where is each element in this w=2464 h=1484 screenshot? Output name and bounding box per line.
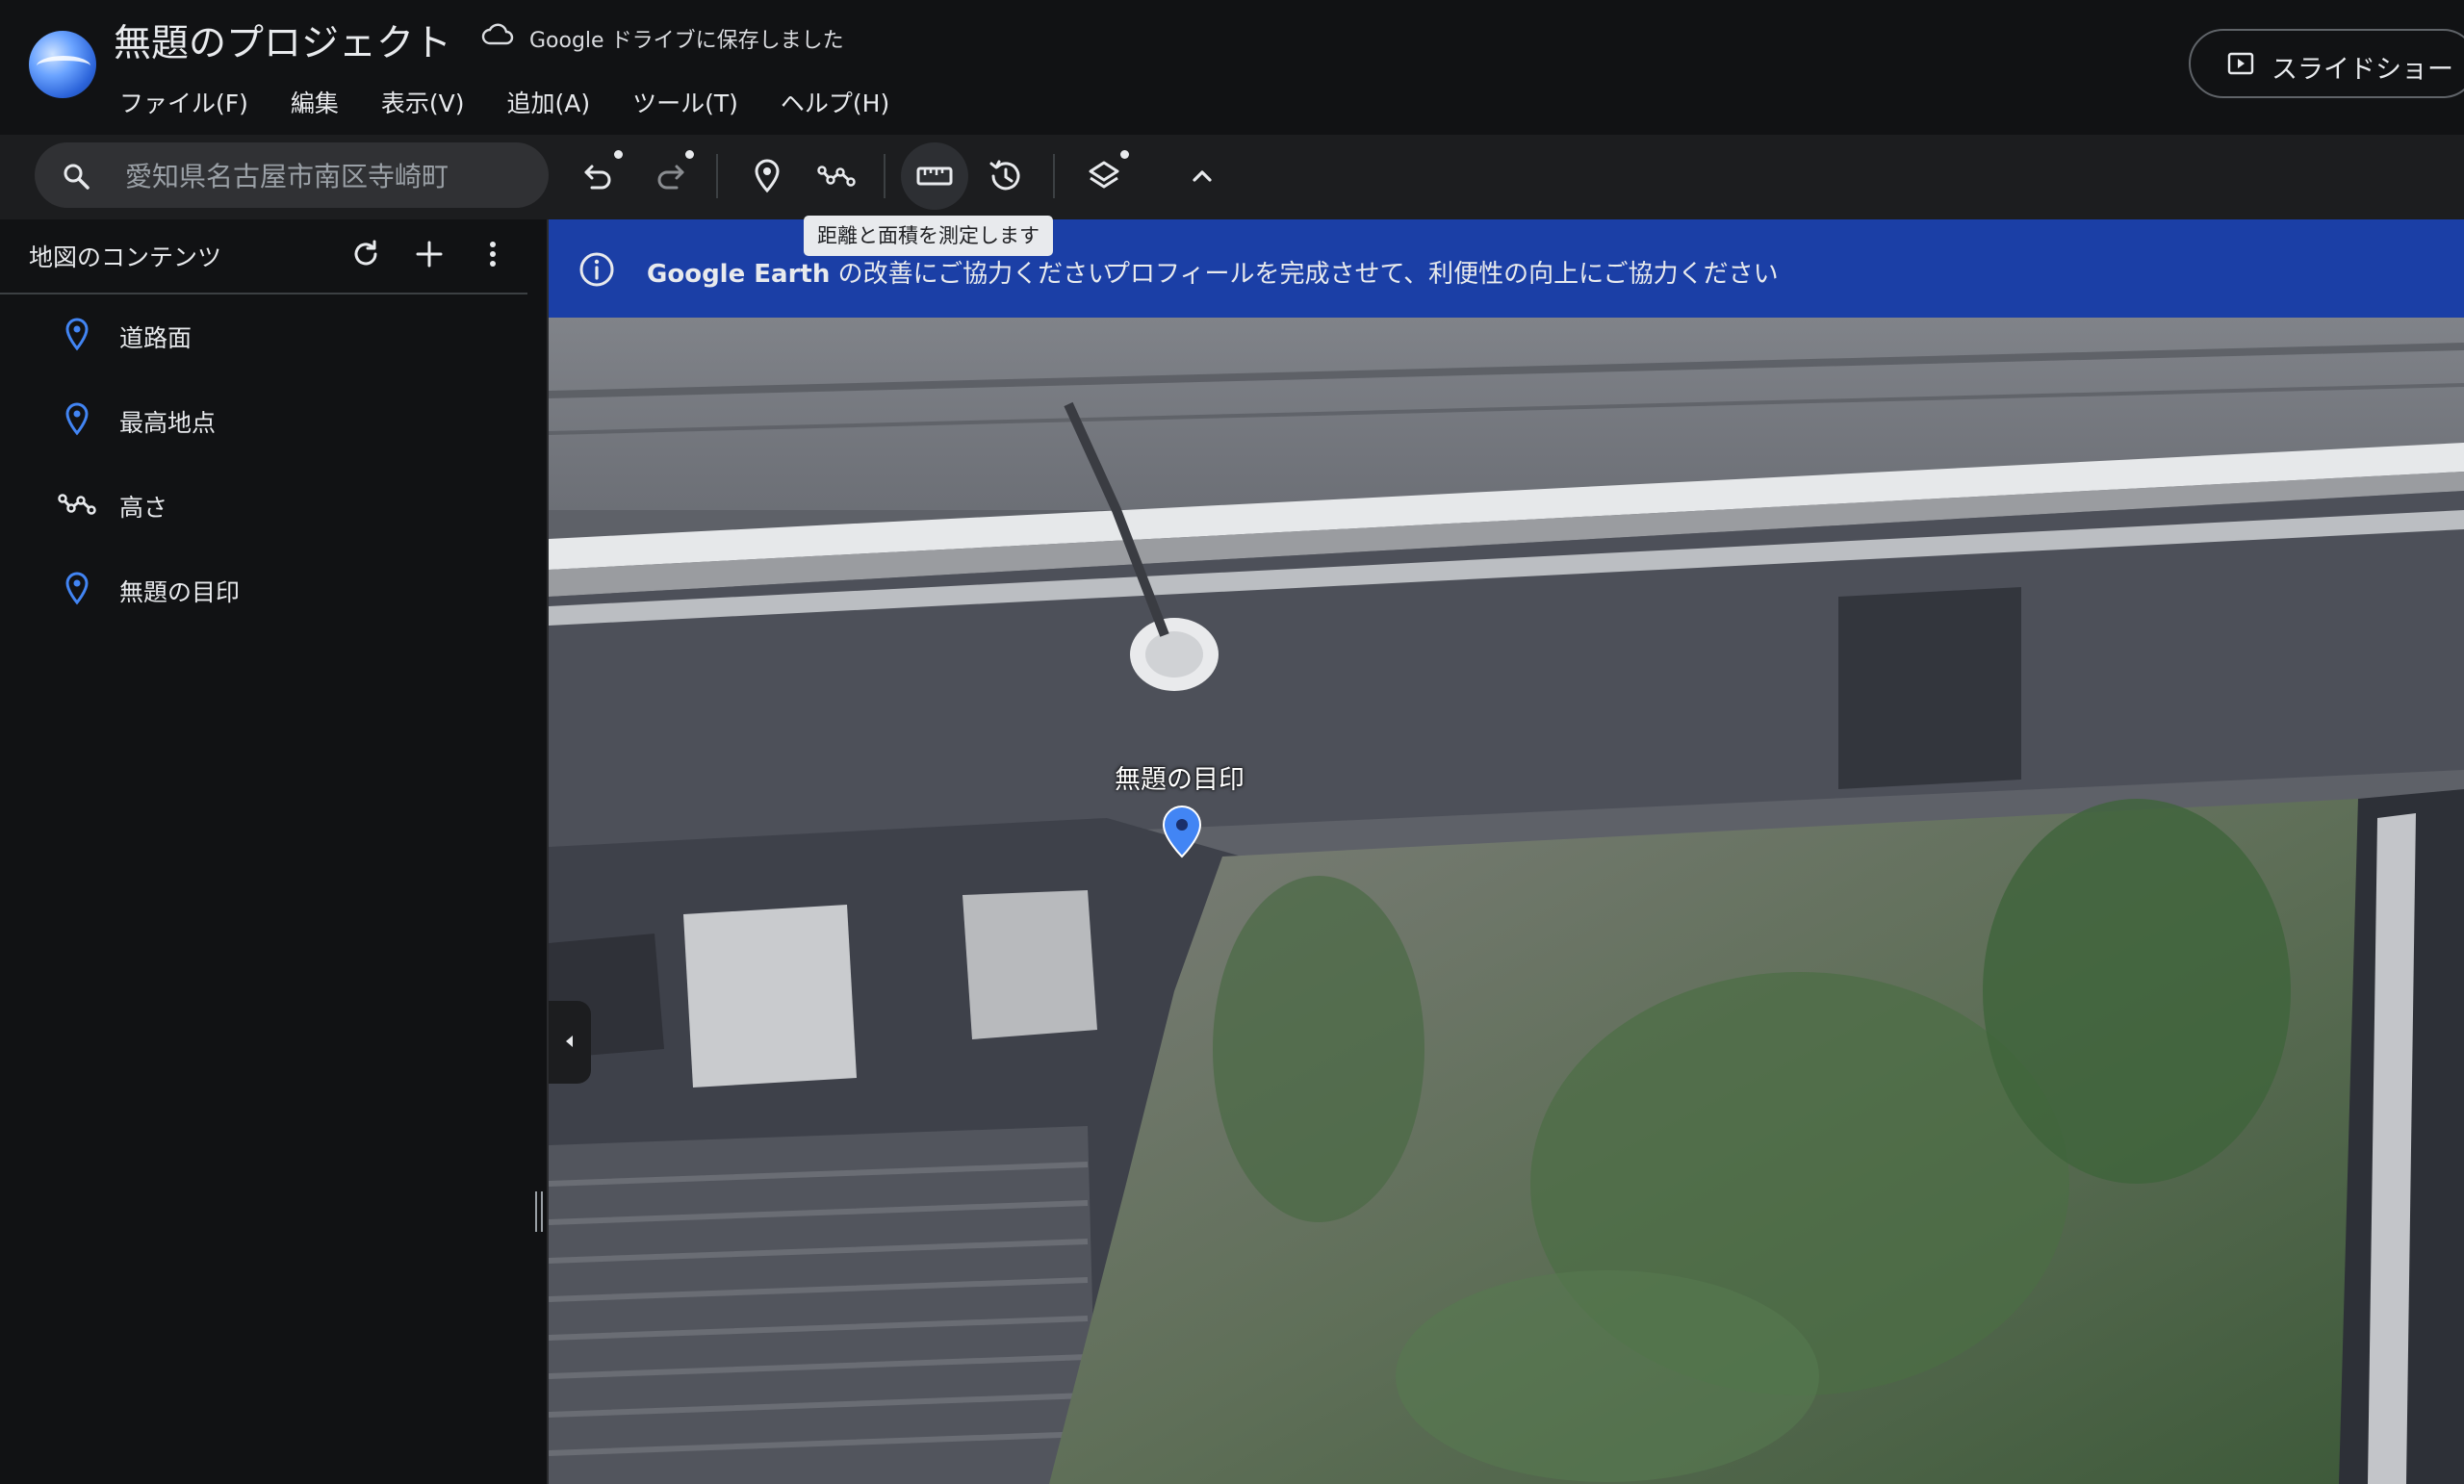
- search-input[interactable]: [123, 152, 531, 198]
- menu-view[interactable]: 表示(V): [381, 85, 465, 119]
- list-item-height-path[interactable]: 高さ: [58, 477, 520, 535]
- info-icon: [579, 252, 614, 287]
- measure-tooltip: 距離と面積を測定します: [804, 216, 1053, 256]
- banner-message-text: の改善にご協力ください: [830, 260, 1114, 289]
- menu-bar: ファイル(F) 編集 表示(V) 追加(A) ツール(T) ヘルプ(H): [119, 85, 889, 119]
- satellite-imagery[interactable]: [549, 318, 2464, 1484]
- toolbar: [0, 135, 2464, 219]
- layers-indicator-dot: [1120, 150, 1129, 159]
- undo-button[interactable]: [566, 142, 633, 210]
- banner-message: Google Earth の改善にご協力ください: [647, 254, 1113, 290]
- map-contents-panel: 地図のコンテンツ 道路面 最高地点 高さ 無題の目印: [0, 219, 549, 1484]
- slideshow-icon: [2227, 52, 2254, 75]
- toolbar-divider: [716, 154, 718, 198]
- banner-brand: Google Earth: [647, 260, 831, 289]
- save-status: Google ドライブに保存しました: [529, 29, 844, 53]
- more-vert-icon: [490, 242, 496, 267]
- add-placemark-button[interactable]: [733, 142, 801, 210]
- historical-imagery-button[interactable]: [972, 142, 1040, 210]
- slideshow-button[interactable]: スライドショー: [2189, 29, 2464, 98]
- list-item-label: 無題の目印: [119, 578, 241, 606]
- arrow-left-icon: [566, 1036, 573, 1047]
- history-icon: [989, 160, 1020, 191]
- search-box[interactable]: [35, 142, 549, 208]
- placemark-icon: [755, 159, 780, 193]
- plus-icon: [416, 241, 443, 268]
- list-item-highest-point[interactable]: 最高地点: [58, 393, 520, 450]
- menu-tools[interactable]: ツール(T): [632, 85, 738, 119]
- ruler-icon: [916, 166, 953, 186]
- slideshow-label: スライドショー: [2272, 55, 2453, 85]
- map-pin-icon[interactable]: [1161, 805, 1203, 858]
- menu-file[interactable]: ファイル(F): [119, 85, 248, 119]
- layers-icon: [1089, 161, 1119, 189]
- pin-icon: [65, 572, 89, 605]
- collapse-panel-button[interactable]: [549, 1001, 591, 1084]
- collapse-toolbar-button[interactable]: [1168, 142, 1236, 210]
- toolbar-divider: [1053, 154, 1055, 198]
- pin-icon: [65, 402, 89, 436]
- panel-resize-handle[interactable]: [535, 1191, 543, 1232]
- refresh-button[interactable]: [345, 233, 387, 275]
- undo-icon: [584, 165, 611, 190]
- list-item-road-surface[interactable]: 道路面: [58, 308, 520, 366]
- add-path-button[interactable]: [803, 142, 870, 210]
- redo-icon: [657, 165, 684, 190]
- project-title[interactable]: 無題のプロジェクト: [114, 13, 451, 67]
- menu-help[interactable]: ヘルプ(H): [781, 85, 889, 119]
- banner-profile-link[interactable]: プロフィールを完成させて、利便性の向上にご協力ください: [1105, 254, 1779, 290]
- panel-header: 地図のコンテンツ: [0, 219, 527, 294]
- menu-add[interactable]: 追加(A): [507, 85, 591, 119]
- list-item-untitled-placemark[interactable]: 無題の目印: [58, 562, 520, 620]
- list-item-label: 最高地点: [119, 409, 217, 437]
- map-view[interactable]: 無題の目印: [549, 318, 2464, 1484]
- measure-button[interactable]: [901, 142, 968, 210]
- placemark-label[interactable]: 無題の目印: [1115, 758, 1245, 796]
- chevron-up-icon: [1193, 170, 1212, 182]
- list-item-label: 高さ: [119, 494, 168, 522]
- add-item-button[interactable]: [408, 233, 450, 275]
- pin-icon: [65, 318, 89, 351]
- menu-edit[interactable]: 編集: [291, 85, 339, 119]
- path-icon: [817, 166, 856, 187]
- redo-indicator-dot: [685, 150, 694, 159]
- more-options-button[interactable]: [472, 233, 514, 275]
- google-earth-logo[interactable]: [29, 31, 96, 98]
- undo-indicator-dot: [614, 150, 623, 159]
- path-icon: [58, 494, 96, 515]
- panel-title: 地図のコンテンツ: [29, 243, 222, 271]
- app-header: 無題のプロジェクト Google ドライブに保存しました ファイル(F) 編集 …: [0, 0, 2464, 135]
- refresh-icon: [354, 240, 377, 266]
- cloud-saved-icon: [481, 23, 514, 45]
- toolbar-divider: [884, 154, 886, 198]
- list-item-label: 道路面: [119, 324, 192, 352]
- search-icon[interactable]: [62, 162, 90, 191]
